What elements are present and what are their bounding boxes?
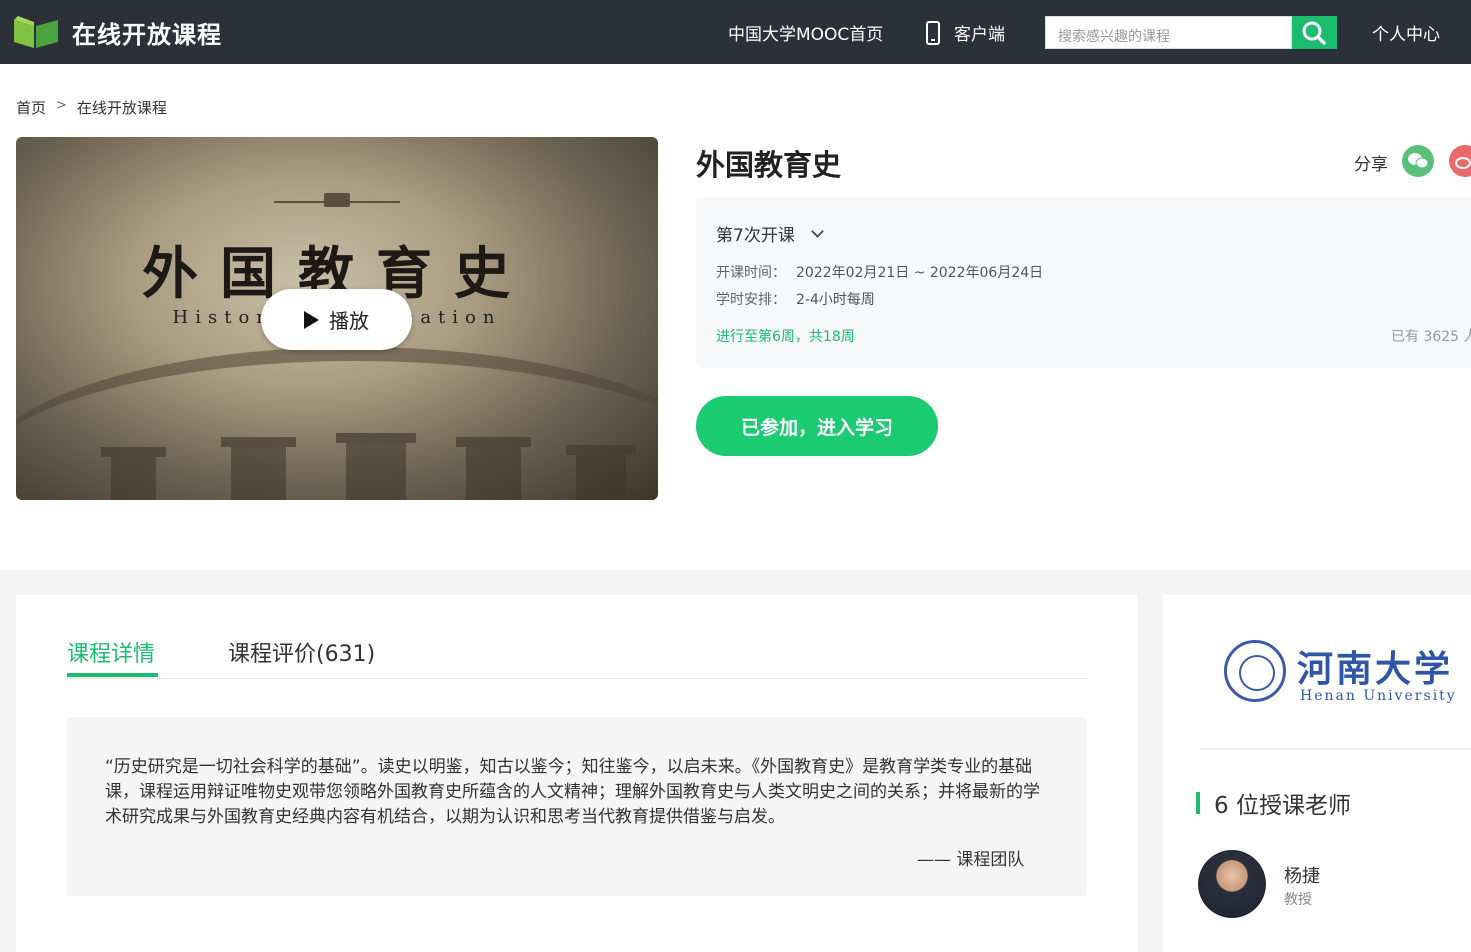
schedule-label: 开课时间： [716, 265, 786, 281]
university-name-en: Henan University [1300, 688, 1457, 704]
course-intro-text: “历史研究是一切社会科学的基础”。读史以明鉴，知古以鉴今；知往鉴今，以启未来。《… [105, 757, 1040, 827]
course-progress-text: 进行至第6周，共18周 [716, 329, 855, 345]
weibo-share-button[interactable] [1449, 145, 1471, 177]
term-label: 第7次开课 [716, 226, 795, 246]
breadcrumb-separator: > [56, 98, 67, 113]
share-label: 分享 [1354, 155, 1388, 175]
breadcrumb-current: 在线开放课程 [76, 99, 167, 117]
play-icon [304, 310, 319, 329]
video-ornament [274, 193, 400, 207]
enrolled-count: 已有 3625 人 [1391, 329, 1471, 345]
book-logo-icon [14, 16, 58, 48]
breadcrumb-home-link[interactable]: 首页 [16, 97, 46, 118]
hours-row: 学时安排： 2-4小时每周 [716, 289, 875, 309]
course-info-card: 第7次开课 开课时间： 2022年02月21日 ~ 2022年06月24日 学时安… [696, 198, 1471, 368]
university-name-cn: 河南大学 [1297, 648, 1454, 690]
hours-value: 2-4小时每周 [796, 292, 875, 308]
breadcrumb: 首页 > 在线开放课程 [16, 97, 167, 118]
teachers-heading-label: 6 位授课老师 [1214, 793, 1351, 819]
site-logo-text: 在线开放课程 [72, 20, 222, 49]
course-intro-signature: —— 课程团队 [917, 850, 1025, 870]
wechat-icon [1408, 153, 1429, 169]
play-button[interactable]: 播放 [261, 289, 412, 350]
nav-mooc-home-link[interactable]: 中国大学MOOC首页 [728, 20, 883, 45]
university-seal-icon [1224, 640, 1286, 702]
wechat-share-button[interactable] [1402, 145, 1434, 177]
search-input[interactable]: 搜索感兴趣的课程 [1045, 16, 1292, 49]
tab-course-review[interactable]: 课程评价(631) [228, 636, 375, 668]
term-selector[interactable]: 第7次开课 [716, 221, 824, 246]
video-pillars-decoration [101, 433, 636, 500]
hours-label: 学时安排： [716, 292, 786, 308]
search-icon [1302, 21, 1326, 45]
teacher-avatar[interactable] [1198, 850, 1266, 918]
course-video-player[interactable]: 外国教育史 History of Education 播放 [16, 137, 658, 500]
nav-client-label: 客户端 [954, 25, 1005, 45]
tab-divider [67, 678, 1087, 679]
course-title: 外国教育史 [696, 148, 842, 182]
weibo-icon [1455, 157, 1471, 169]
teacher-name[interactable]: 杨捷 [1284, 862, 1320, 888]
site-logo[interactable]: 在线开放课程 [14, 14, 222, 50]
nav-client-link[interactable]: 客户端 [926, 20, 1005, 45]
teacher-title: 教授 [1284, 892, 1312, 908]
side-divider [1200, 748, 1471, 749]
schedule-row: 开课时间： 2022年02月21日 ~ 2022年06月24日 [716, 262, 1043, 282]
nav-personal-center-link[interactable]: 个人中心 [1372, 20, 1440, 45]
enter-learning-button[interactable]: 已参加，进入学习 [696, 396, 938, 456]
tab-course-detail[interactable]: 课程详情 [67, 636, 155, 668]
mobile-phone-icon [926, 20, 940, 45]
heading-accent-bar [1196, 792, 1200, 814]
teachers-heading: 6 位授课老师 [1196, 786, 1351, 820]
course-intro-box: “历史研究是一切社会科学的基础”。读史以明鉴，知古以鉴今；知往鉴今，以启未来。《… [67, 717, 1087, 896]
top-navigation-bar: 在线开放课程 中国大学MOOC首页 客户端 搜索感兴趣的课程 个人中心 [0, 0, 1471, 64]
active-tab-indicator [67, 673, 158, 677]
chevron-down-icon [810, 224, 824, 238]
search-button[interactable] [1292, 16, 1337, 49]
schedule-value: 2022年02月21日 ~ 2022年06月24日 [796, 265, 1044, 281]
play-button-label: 播放 [329, 309, 369, 333]
